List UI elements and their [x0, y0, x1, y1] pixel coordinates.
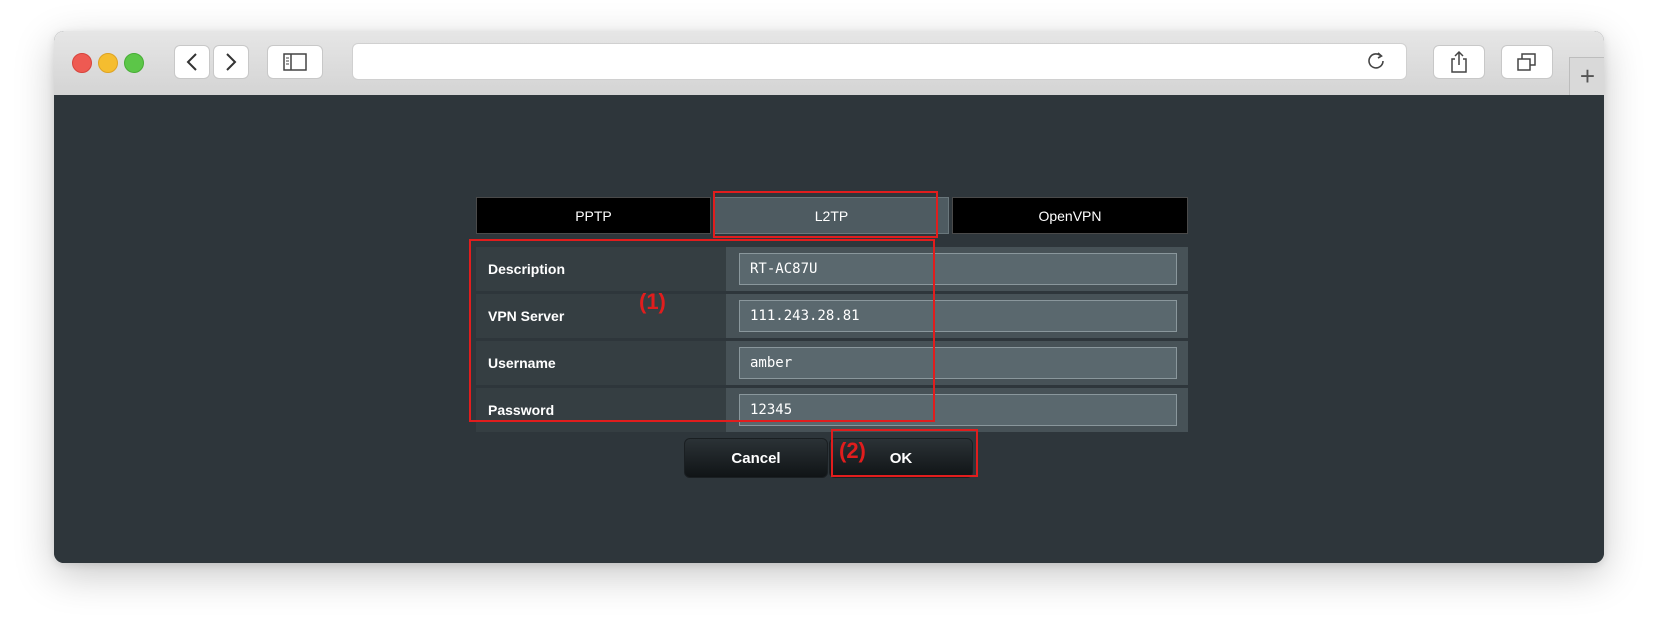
tab-openvpn[interactable]: OpenVPN [952, 197, 1188, 234]
browser-window: + PPTP L2TP OpenVPN Description VPN Serv… [54, 31, 1604, 563]
form-row-vpn-server: VPN Server [476, 294, 1188, 338]
tabs-icon [1517, 53, 1536, 71]
vpn-profile-form: Description VPN Server Username Password [476, 247, 1188, 435]
tab-label: PPTP [575, 207, 612, 224]
vpn-server-label: VPN Server [476, 294, 726, 338]
sidebar-icon [283, 53, 307, 71]
description-input[interactable] [739, 253, 1177, 285]
vpn-type-tabs: PPTP L2TP OpenVPN [476, 197, 1188, 234]
zoom-window-button[interactable] [124, 53, 144, 73]
annotation-step-2: (2) [839, 438, 866, 463]
password-input[interactable] [739, 394, 1177, 426]
new-tab-button[interactable]: + [1569, 57, 1604, 95]
close-window-button[interactable] [72, 53, 92, 73]
share-icon [1451, 50, 1467, 73]
browser-toolbar: + [54, 31, 1604, 96]
address-bar[interactable] [352, 43, 1407, 80]
form-row-description: Description [476, 247, 1188, 291]
tab-l2tp[interactable]: L2TP [714, 197, 949, 234]
tab-label: OpenVPN [1038, 207, 1102, 224]
username-label: Username [476, 341, 726, 385]
description-label: Description [476, 247, 726, 291]
password-label: Password [476, 388, 726, 432]
form-row-username: Username [476, 341, 1188, 385]
reload-icon[interactable] [1366, 51, 1386, 71]
tabs-overview-button[interactable] [1501, 45, 1553, 79]
chevron-right-icon [226, 53, 237, 71]
share-button[interactable] [1433, 45, 1485, 79]
plus-icon: + [1579, 61, 1596, 91]
minimize-window-button[interactable] [98, 53, 118, 73]
vpn-server-input[interactable] [739, 300, 1177, 332]
forward-button[interactable] [213, 45, 249, 79]
tab-pptp[interactable]: PPTP [476, 197, 711, 234]
annotation-step-1: (1) [639, 289, 666, 314]
page-content: PPTP L2TP OpenVPN Description VPN Server… [54, 95, 1604, 563]
cancel-button[interactable]: Cancel [684, 438, 828, 478]
chevron-left-icon [186, 53, 197, 71]
username-input[interactable] [739, 347, 1177, 379]
tab-label: L2TP [814, 207, 849, 224]
sidebar-toggle-button[interactable] [267, 45, 323, 79]
form-row-password: Password [476, 388, 1188, 432]
back-button[interactable] [174, 45, 210, 79]
